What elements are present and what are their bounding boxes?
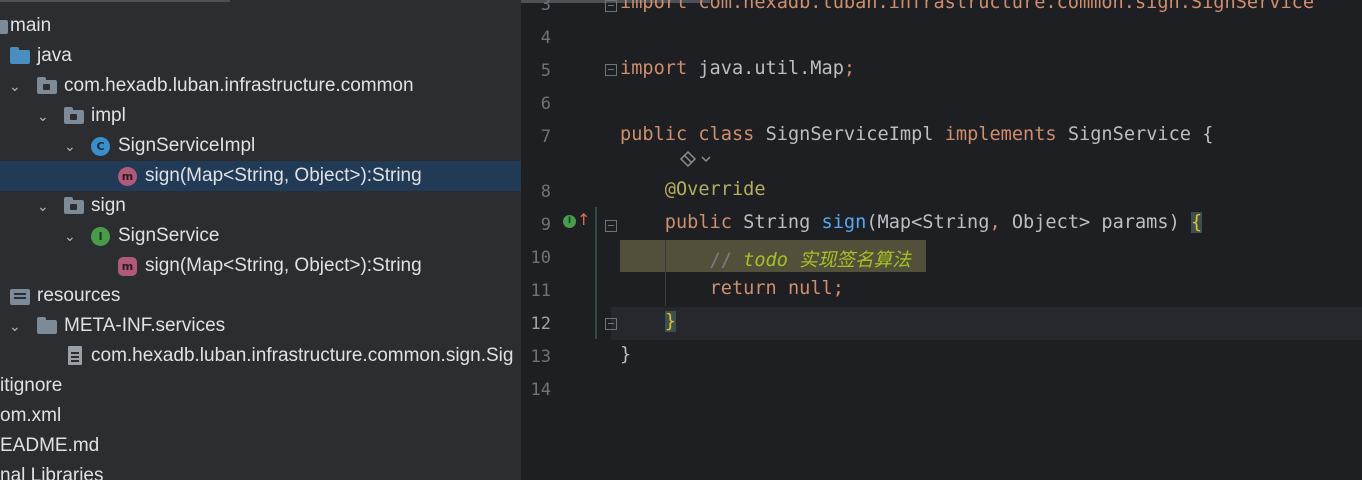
folder-icon xyxy=(37,317,57,334)
package-icon xyxy=(64,197,84,214)
folder-icon xyxy=(0,20,8,34)
chevron-down-icon[interactable]: ⌄ xyxy=(37,191,53,221)
ai-assistant-inlay-icon[interactable] xyxy=(679,150,713,172)
project-tree: main java ⌄ com.hexadb.luban.infrastruct… xyxy=(0,0,521,480)
tree-item-meta-inf-services[interactable]: ⌄ META-INF.services xyxy=(0,311,521,341)
line-number: 7 xyxy=(540,127,551,147)
tree-item-resources[interactable]: resources xyxy=(0,281,521,311)
method-icon: m xyxy=(118,167,137,186)
line-number: 14 xyxy=(530,380,551,400)
text-file-icon xyxy=(68,346,82,365)
chevron-down-icon[interactable]: ⌄ xyxy=(9,311,25,341)
resources-folder-icon xyxy=(10,289,30,305)
tree-item-package-sign[interactable]: ⌄ sign xyxy=(0,191,521,221)
chevron-down-icon[interactable]: ⌄ xyxy=(37,101,53,131)
fold-marker-icon[interactable] xyxy=(605,64,617,76)
tree-item-gitignore[interactable]: itignore xyxy=(0,371,521,401)
line-number: 11 xyxy=(530,281,551,301)
fold-marker-icon[interactable] xyxy=(605,318,617,330)
line-number: 3 xyxy=(540,0,551,15)
code-line-3[interactable]: import com.hexadb.luban.infrastructure.c… xyxy=(620,0,1314,13)
tree-item-signservice[interactable]: ⌄ I SignService xyxy=(0,221,521,251)
fold-marker-icon[interactable] xyxy=(605,220,617,232)
tree-item-impl-sign-method[interactable]: m sign(Map<String, Object>):String xyxy=(0,161,521,191)
tree-item-services-file[interactable]: com.hexadb.luban.infrastructure.common.s… xyxy=(0,341,521,371)
tree-item-pom[interactable]: om.xml xyxy=(0,401,521,431)
line-number-current: 12 xyxy=(530,314,551,334)
abstract-method-icon: m xyxy=(118,257,137,276)
code-line-9[interactable]: public String sign(Map<String, Object> p… xyxy=(620,212,1203,233)
tree-item-package-common[interactable]: ⌄ com.hexadb.luban.infrastructure.common xyxy=(0,71,521,101)
line-number: 5 xyxy=(540,61,551,81)
code-line-12[interactable]: } xyxy=(620,311,676,332)
fold-marker-icon[interactable] xyxy=(605,0,617,12)
package-icon xyxy=(64,107,84,124)
line-number: 13 xyxy=(530,347,551,367)
package-icon xyxy=(37,77,57,94)
go-to-super-arrow-icon[interactable]: ↑ xyxy=(577,212,590,228)
interface-icon: I xyxy=(91,227,110,246)
source-folder-icon xyxy=(10,47,30,64)
chevron-down-icon[interactable]: ⌄ xyxy=(64,131,80,161)
class-icon: C xyxy=(91,137,110,156)
line-number: 8 xyxy=(540,182,551,202)
vcs-change-marker xyxy=(595,207,597,339)
tree-top-edge xyxy=(0,0,230,2)
code-line-5[interactable]: import java.util.Map; xyxy=(620,58,855,79)
current-line-highlight xyxy=(611,307,1362,340)
tree-item-signserviceimpl[interactable]: ⌄ C SignServiceImpl xyxy=(0,131,521,161)
chevron-down-icon[interactable]: ⌄ xyxy=(9,71,25,101)
line-number: 6 xyxy=(540,94,551,114)
code-line-10[interactable]: // todo 实现签名算法 xyxy=(620,245,911,272)
tree-item-package-impl[interactable]: ⌄ impl xyxy=(0,101,521,131)
code-editor[interactable]: 3 4 5 6 7 8 9 10 11 12 13 14 I ↑ import … xyxy=(521,0,1362,480)
tree-item-external-libraries[interactable]: nal Libraries xyxy=(0,461,521,480)
code-line-7[interactable]: public class SignServiceImpl implements … xyxy=(620,124,1213,145)
code-line-13[interactable]: } xyxy=(620,344,631,365)
code-line-11[interactable]: return null; xyxy=(620,278,844,299)
tree-item-java[interactable]: java xyxy=(0,41,521,71)
line-number: 4 xyxy=(540,28,551,48)
code-line-8[interactable]: @Override xyxy=(620,179,766,200)
tree-item-interface-sign-method[interactable]: m sign(Map<String, Object>):String xyxy=(0,251,521,281)
tree-item-readme[interactable]: EADME.md xyxy=(0,431,521,461)
chevron-down-icon[interactable]: ⌄ xyxy=(64,221,80,251)
tree-item-main[interactable]: main xyxy=(0,11,521,41)
line-number: 9 xyxy=(540,215,551,235)
line-number: 10 xyxy=(530,248,551,268)
implements-gutter-icon[interactable]: I xyxy=(563,215,576,228)
